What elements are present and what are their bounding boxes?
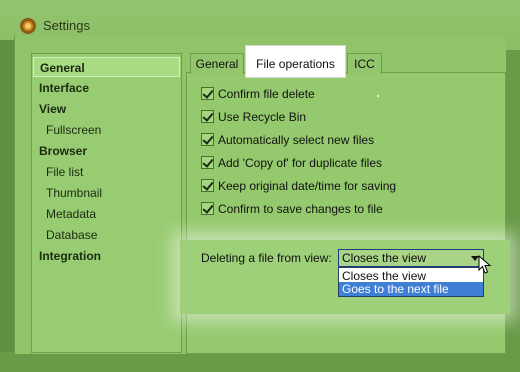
option-confirm-save-changes[interactable]: Confirm to save changes to file [201,201,383,217]
option-use-recycle-bin[interactable]: Use Recycle Bin [201,109,306,125]
sidebar-item-general[interactable]: General [33,57,180,77]
sidebar-item-browser[interactable]: Browser [33,141,180,161]
sidebar-item-database[interactable]: Database [33,225,180,245]
option-confirm-file-delete[interactable]: Confirm file delete [201,86,315,102]
option-copy-of-duplicates[interactable]: Add 'Copy of' for duplicate files [201,155,382,171]
option-label: Keep original date/time for saving [218,179,397,193]
option-label: Add 'Copy of' for duplicate files [218,156,383,170]
tab-file-operations[interactable]: File operations [245,45,346,78]
delete-behaviour-select[interactable]: Closes the view [338,249,484,267]
option-auto-select-new-files[interactable]: Automatically select new files [201,132,374,148]
checkbox-checked-icon[interactable] [201,179,214,192]
option-label: Use Recycle Bin [218,110,307,124]
dropdown-option-next-file[interactable]: Goes to the next file [339,282,483,296]
sidebar-item-file-list[interactable]: File list [33,162,180,182]
window-left-edge [0,40,14,352]
option-label: Confirm file delete [218,87,315,101]
settings-sidebar: General Interface View Fullscreen Browse… [31,53,182,353]
tab-general[interactable]: General [190,53,244,74]
sidebar-item-view[interactable]: View [33,99,180,119]
delete-behaviour-dropdown-list: Closes the view Goes to the next file [338,267,484,297]
checkbox-checked-icon[interactable] [201,87,214,100]
checkbox-checked-icon[interactable] [201,110,214,123]
dropdown-option-closes-view[interactable]: Closes the view [339,269,483,283]
app-logo-icon [20,18,36,34]
sidebar-item-thumbnail[interactable]: Thumbnail [33,183,180,203]
mouse-cursor-icon [478,255,492,274]
window-title: Settings [43,18,90,33]
sidebar-item-integration[interactable]: Integration [33,246,180,266]
select-current-value: Closes the view [342,251,427,265]
option-label: Confirm to save changes to file [218,202,383,216]
option-keep-original-date[interactable]: Keep original date/time for saving [201,178,396,194]
checkbox-checked-icon[interactable] [201,202,214,215]
checkbox-checked-icon[interactable] [201,133,214,146]
artifact-dot [377,95,379,97]
sidebar-item-fullscreen[interactable]: Fullscreen [33,120,180,140]
delete-behaviour-label: Deleting a file from view: [201,251,332,265]
sidebar-item-metadata[interactable]: Metadata [33,204,180,224]
checkbox-checked-icon[interactable] [201,156,214,169]
sidebar-item-interface[interactable]: Interface [33,78,180,98]
option-label: Automatically select new files [218,133,375,147]
tab-icc[interactable]: ICC [347,53,382,74]
